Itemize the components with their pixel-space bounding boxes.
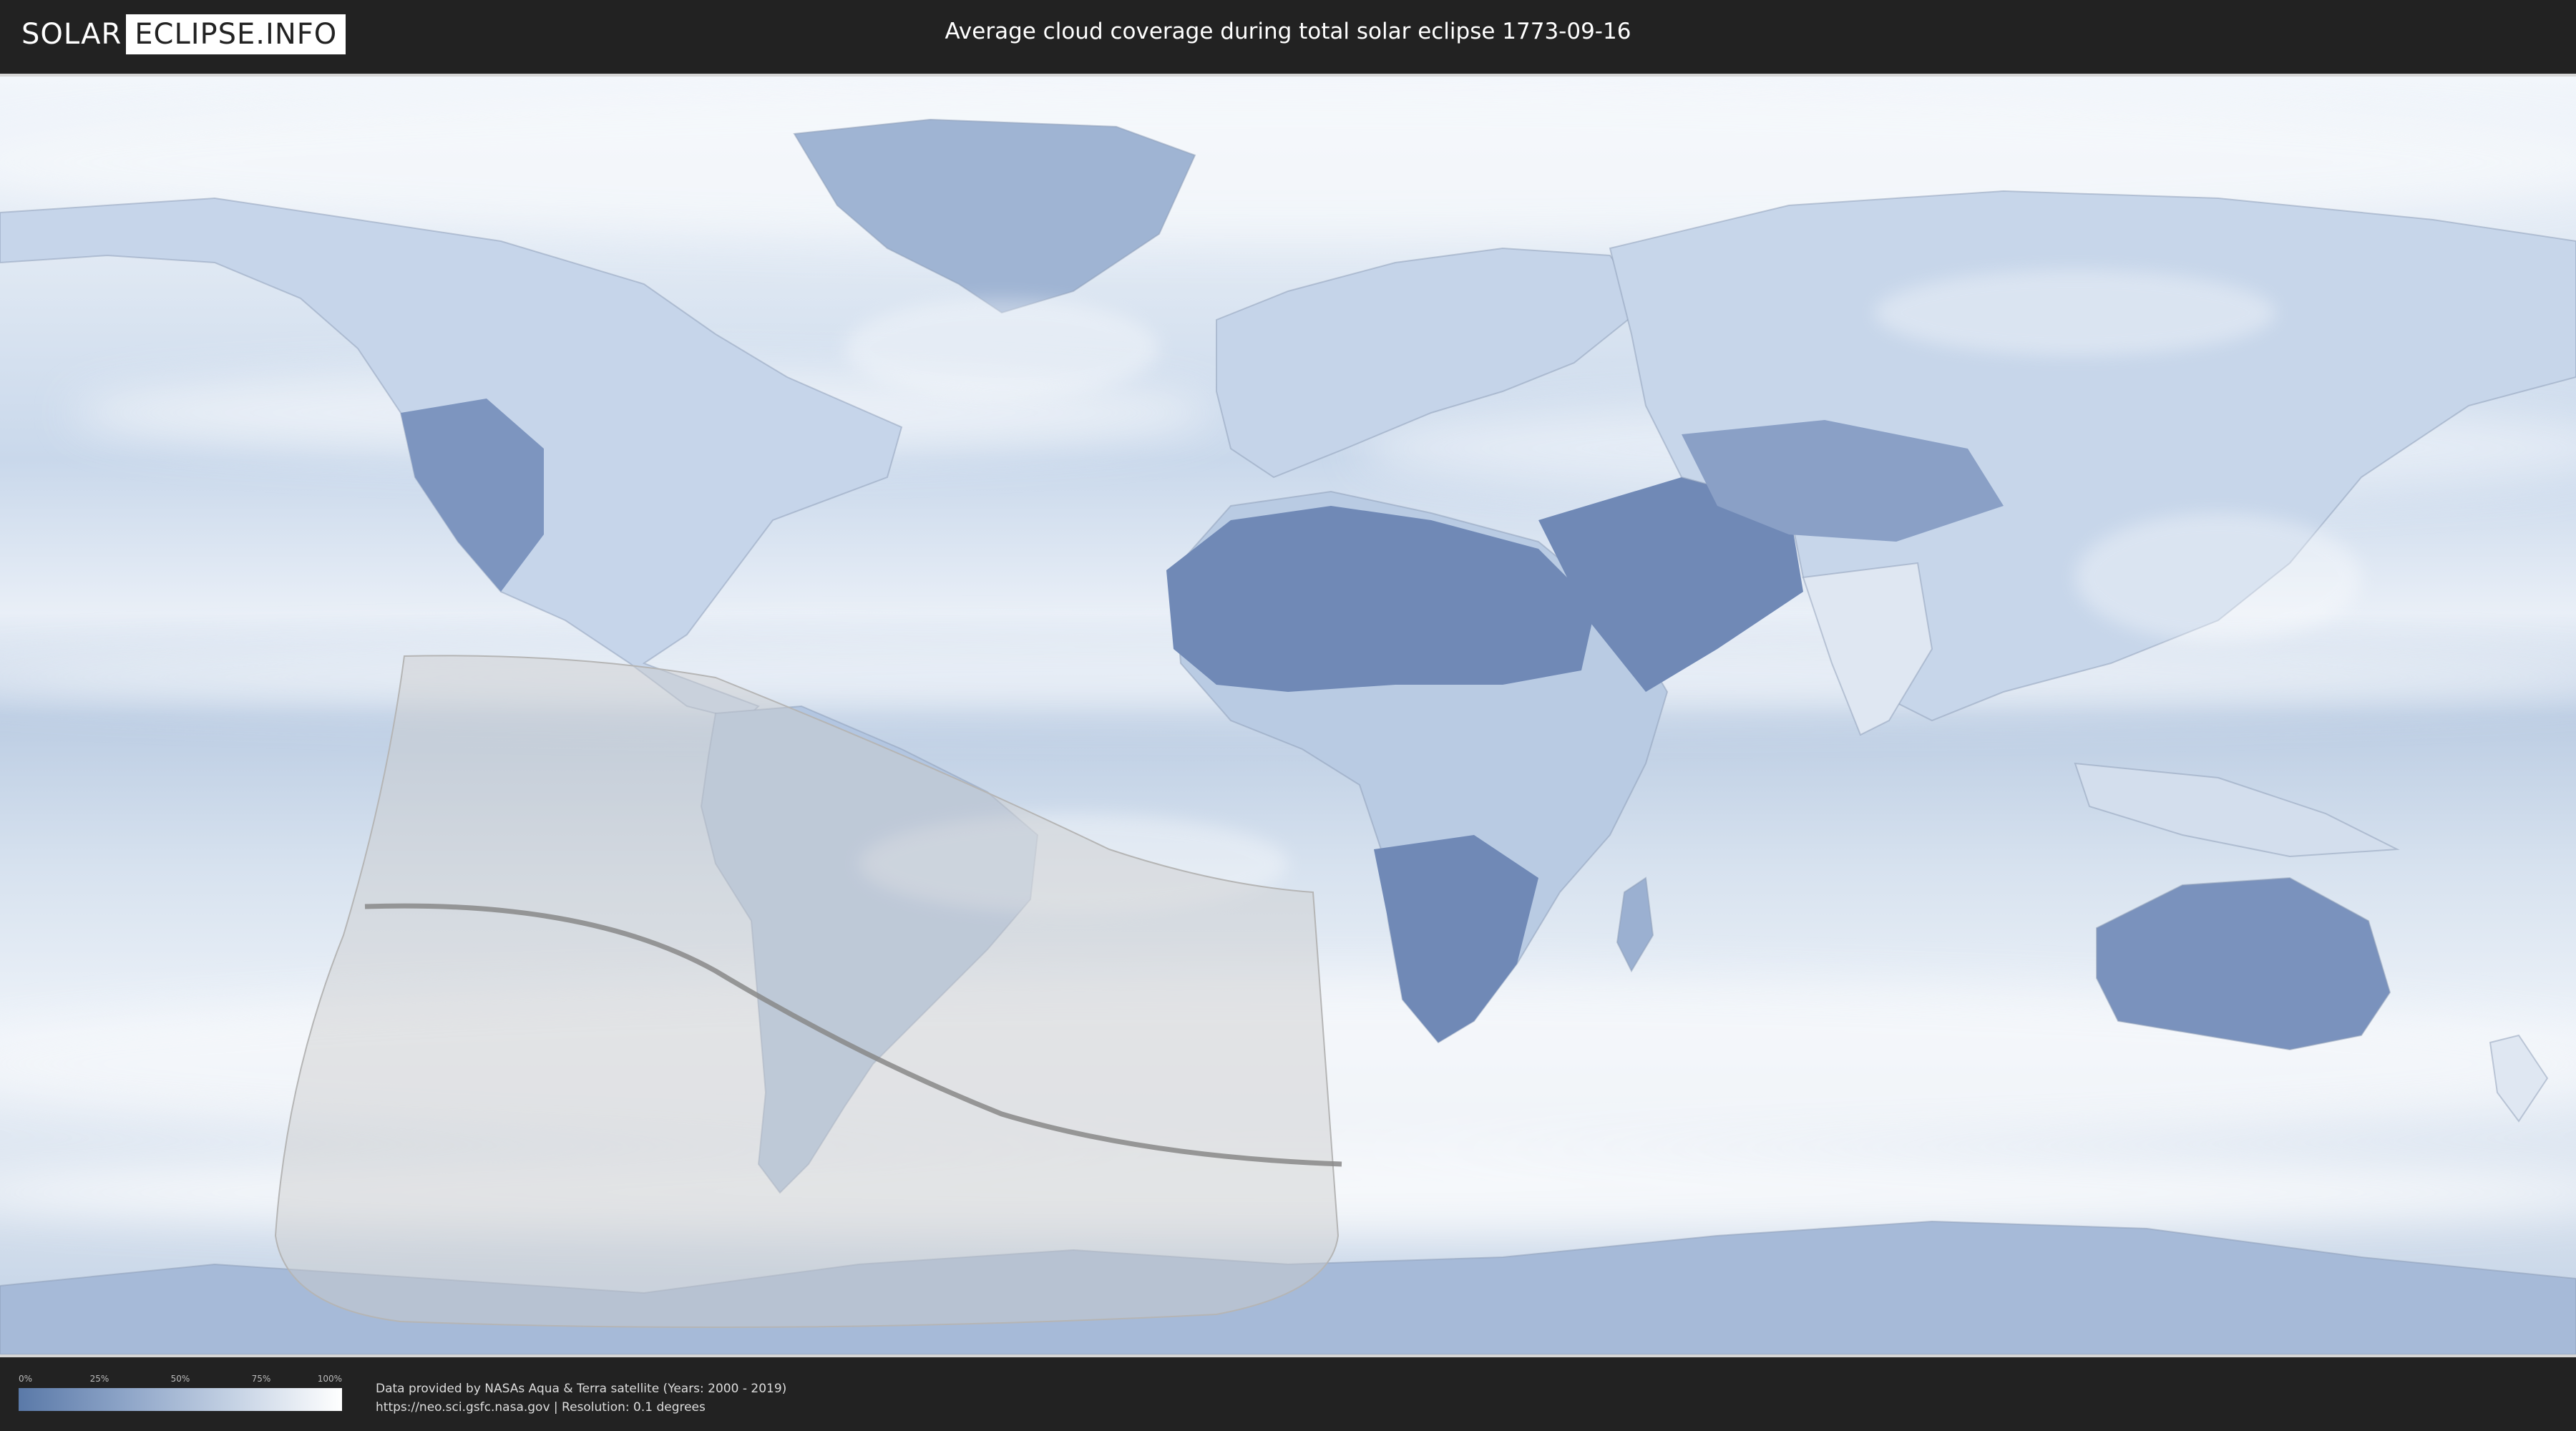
- legend-ticks: 0% 25% 50% 75% 100%: [19, 1374, 342, 1388]
- legend-tick-75: 75%: [251, 1374, 271, 1384]
- legend-tick-25: 25%: [89, 1374, 109, 1384]
- page-title: Average cloud coverage during total sola…: [945, 19, 1631, 44]
- credits-line-2: https://neo.sci.gsfc.nasa.gov | Resoluti…: [376, 1400, 706, 1415]
- legend-tick-50: 50%: [170, 1374, 190, 1384]
- footer-bar: 0% 25% 50% 75% 100% Data provided by NAS…: [0, 1358, 2576, 1431]
- credits-line-1: Data provided by NASAs Aqua & Terra sate…: [376, 1382, 787, 1396]
- legend-tick-100: 100%: [317, 1374, 342, 1384]
- data-credits: Data provided by NASAs Aqua & Terra sate…: [376, 1379, 786, 1417]
- world-map-svg: [0, 77, 2576, 1354]
- header-bar: SOLAR ECLIPSE.INFO Average cloud coverag…: [0, 0, 2576, 72]
- legend-color-bar: [19, 1388, 342, 1411]
- cloud-coverage-map[interactable]: [0, 74, 2576, 1357]
- cloud-coverage-legend: 0% 25% 50% 75% 100%: [19, 1374, 342, 1411]
- legend-tick-0: 0%: [19, 1374, 33, 1384]
